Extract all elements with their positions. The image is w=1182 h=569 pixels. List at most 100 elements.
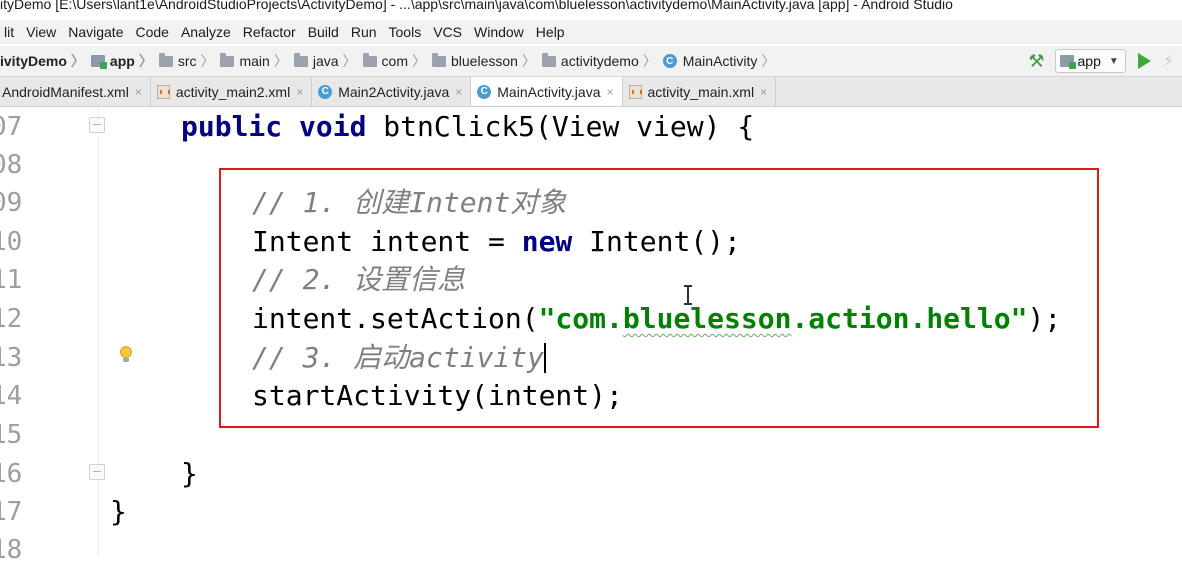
- folder-icon: [431, 52, 446, 67]
- line-number: 15: [0, 420, 23, 450]
- line-number: 16: [0, 459, 23, 489]
- breadcrumb-separator-icon: 〉: [138, 53, 153, 69]
- editor-tab-bar: AndroidManifest.xml × activity_main2.xml…: [0, 77, 1182, 107]
- chevron-down-icon: ▼: [1108, 55, 1119, 67]
- close-icon[interactable]: ×: [606, 85, 613, 99]
- tab-label: AndroidManifest.xml: [2, 83, 129, 100]
- navigation-bar: ivityDemo 〉 app 〉 src 〉 main 〉 java 〉 co…: [0, 46, 1182, 77]
- folder-icon: [220, 52, 235, 67]
- class-icon: C: [318, 84, 333, 99]
- lightbulb-icon[interactable]: [120, 346, 132, 362]
- breadcrumb-project[interactable]: ivityDemo 〉: [0, 51, 91, 71]
- close-icon[interactable]: ×: [296, 85, 303, 99]
- breadcrumb-label: MainActivity: [682, 53, 758, 69]
- menu-item-run[interactable]: Run: [351, 24, 377, 40]
- menu-item-code[interactable]: Code: [135, 24, 168, 40]
- breadcrumb-separator-icon: 〉: [273, 53, 288, 69]
- tab-activity-main-xml[interactable]: activity_main.xml ×: [623, 77, 777, 106]
- menu-item-help[interactable]: Help: [536, 24, 565, 40]
- code-text: btnClick5(View view) {: [366, 110, 755, 143]
- breadcrumb-bluelesson[interactable]: bluelesson 〉: [431, 51, 542, 71]
- menu-item-window[interactable]: Window: [474, 24, 524, 40]
- keyword: void: [299, 110, 367, 143]
- tab-label: Main2Activity.java: [338, 83, 450, 100]
- breadcrumb-src[interactable]: src 〉: [158, 51, 221, 71]
- tab-androidmanifest[interactable]: AndroidManifest.xml ×: [0, 77, 151, 106]
- menu-item-navigate[interactable]: Navigate: [68, 24, 123, 40]
- line-number: 10: [0, 227, 23, 257]
- breadcrumb-label: app: [109, 53, 135, 69]
- breadcrumb-label: activitydemo: [560, 53, 639, 69]
- line-number: 13: [0, 343, 23, 373]
- close-icon[interactable]: ×: [135, 85, 142, 99]
- menu-item-analyze[interactable]: Analyze: [181, 24, 231, 40]
- folder-icon: [158, 52, 173, 67]
- line-number: 14: [0, 381, 23, 411]
- line-number: 17: [0, 497, 23, 527]
- editor-gutter: 07 08 09 10 11 12 13 14 15 16 17 18: [0, 107, 99, 565]
- ibeam-cursor-icon: [684, 285, 692, 305]
- menu-bar: lit View Navigate Code Analyze Refactor …: [0, 20, 1182, 44]
- line-number: 07: [0, 112, 23, 142]
- run-configuration-dropdown[interactable]: app ▼: [1054, 49, 1126, 73]
- class-icon: C: [662, 54, 677, 68]
- breadcrumb-java[interactable]: java 〉: [293, 51, 363, 71]
- folder-icon: [293, 52, 308, 67]
- tab-mainactivity-java[interactable]: C MainActivity.java ×: [471, 77, 623, 106]
- hammer-icon[interactable]: ⚒: [1028, 51, 1044, 72]
- breadcrumb-separator-icon: 〉: [761, 53, 776, 69]
- fold-marker-icon[interactable]: [89, 117, 105, 133]
- module-icon: [90, 55, 107, 69]
- breadcrumb-label: ivityDemo: [0, 53, 67, 69]
- menu-item-refactor[interactable]: Refactor: [243, 24, 296, 40]
- menu-item-vcs[interactable]: VCS: [433, 24, 462, 40]
- breadcrumb-mainactivity[interactable]: C MainActivity 〉: [662, 51, 782, 71]
- run-toolbar: ⚒ app ▼ ⚡: [1028, 46, 1182, 76]
- closing-brace: }: [181, 457, 198, 490]
- code-line: public void btnClick5(View view) {: [181, 108, 754, 146]
- tab-main2activity-java[interactable]: C Main2Activity.java ×: [312, 77, 472, 106]
- tab-activity-main2-xml[interactable]: activity_main2.xml ×: [151, 77, 313, 106]
- line-number: 18: [0, 535, 23, 565]
- tab-label: activity_main.xml: [647, 83, 755, 100]
- breadcrumb-app[interactable]: app 〉: [90, 51, 159, 71]
- breadcrumb-com[interactable]: com 〉: [362, 51, 432, 71]
- breadcrumb-label: java: [312, 53, 339, 69]
- menu-item-view[interactable]: View: [26, 24, 56, 40]
- closing-brace: }: [110, 495, 127, 528]
- close-icon[interactable]: ×: [455, 85, 462, 99]
- fold-marker-icon[interactable]: [89, 464, 105, 480]
- line-number: 09: [0, 188, 23, 218]
- breadcrumb-label: com: [381, 53, 408, 69]
- breadcrumb-label: bluelesson: [450, 53, 518, 69]
- menu-item-build[interactable]: Build: [308, 24, 339, 40]
- tab-label: activity_main2.xml: [175, 83, 291, 100]
- xml-icon: [156, 84, 170, 99]
- xml-icon: [628, 84, 642, 99]
- menu-item-tools[interactable]: Tools: [389, 24, 422, 40]
- breadcrumb-label: src: [177, 53, 197, 69]
- breadcrumb-separator-icon: 〉: [642, 53, 657, 69]
- line-number: 11: [0, 265, 23, 295]
- breadcrumb-label: main: [239, 53, 270, 69]
- run-configuration-label: app: [1077, 53, 1101, 69]
- annotation-highlight-box: [219, 168, 1099, 428]
- keyword: public: [181, 110, 283, 143]
- window-title: ityDemo [E:\Users\lant1e\AndroidStudioPr…: [0, 0, 1182, 13]
- breadcrumb-main[interactable]: main 〉: [220, 51, 293, 71]
- run-icon[interactable]: [1137, 53, 1151, 69]
- code-editor[interactable]: 07 08 09 10 11 12 13 14 15 16 17 18 publ…: [0, 107, 1182, 565]
- breadcrumb-separator-icon: 〉: [70, 53, 85, 69]
- class-icon: C: [477, 84, 492, 99]
- breadcrumb-activitydemo[interactable]: activitydemo 〉: [541, 51, 663, 71]
- lightning-icon[interactable]: ⚡: [1163, 51, 1174, 71]
- line-number: 08: [0, 150, 23, 180]
- breadcrumb-separator-icon: 〉: [342, 53, 357, 69]
- folder-icon: [541, 52, 556, 67]
- breadcrumb-separator-icon: 〉: [411, 53, 426, 69]
- close-icon[interactable]: ×: [760, 85, 767, 99]
- tab-label: MainActivity.java: [497, 83, 601, 100]
- breadcrumb-separator-icon: 〉: [200, 53, 215, 69]
- menu-item-edit[interactable]: lit: [4, 24, 14, 40]
- line-number: 12: [0, 304, 23, 334]
